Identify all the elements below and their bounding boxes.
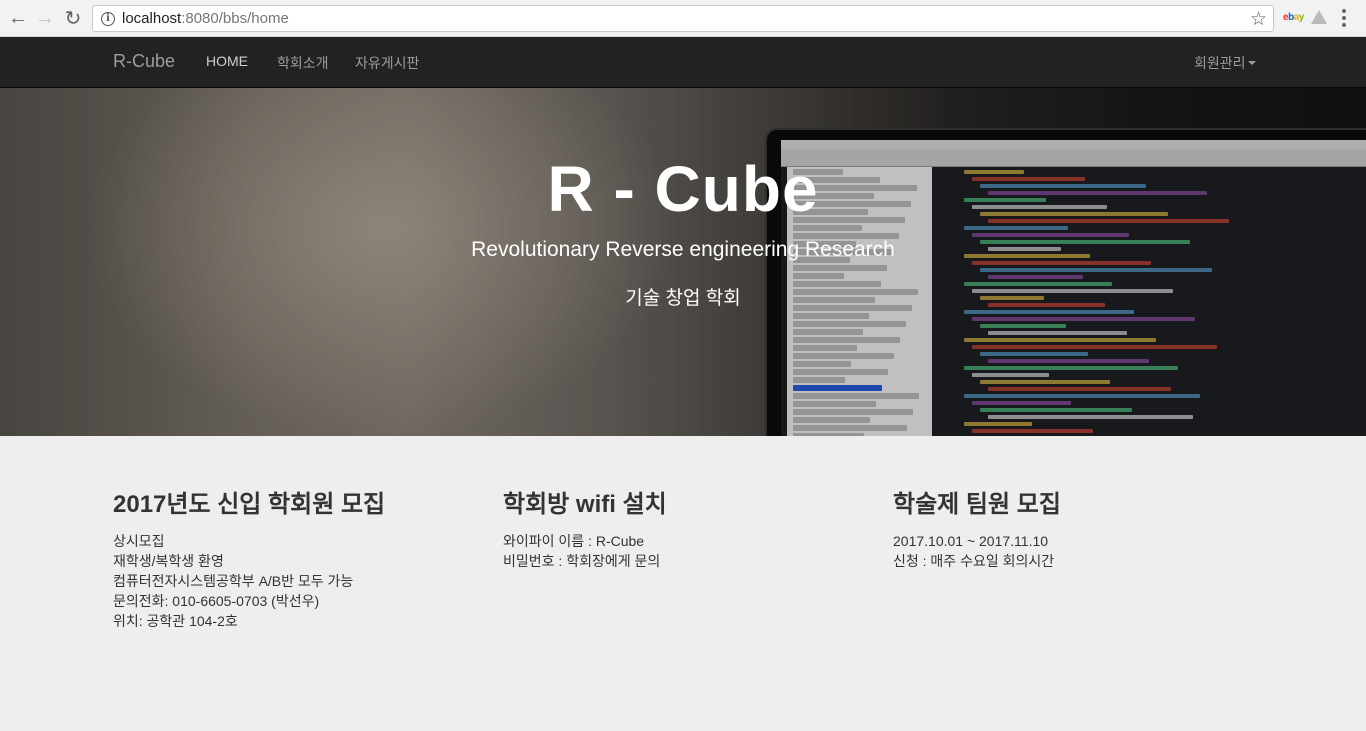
site-navbar: R-Cube HOME 학회소개 자유게시판 회원관리 — [0, 37, 1366, 88]
bookmark-star-icon[interactable]: ☆ — [1250, 8, 1267, 31]
column-line: 와이파이 이름 : R-Cube — [503, 533, 645, 549]
column-wifi: 학회방 wifi 설치 와이파이 이름 : R-Cube 비밀번호 : 학회장에… — [503, 484, 863, 571]
browser-toolbar: ← → ↻ i localhost:8080/bbs/home ☆ ebay — [0, 0, 1366, 37]
info-icon[interactable]: i — [101, 11, 115, 26]
member-dropdown-label: 회원관리 — [1194, 55, 1246, 71]
back-arrow-icon[interactable]: ← — [6, 6, 30, 30]
column-line: 상시모집 — [113, 533, 165, 549]
column-line: 2017.10.01 ~ 2017.11.10 — [893, 533, 1049, 549]
triangle-extension-icon[interactable] — [1311, 10, 1327, 24]
column-team: 학술제 팀원 모집 2017.10.01 ~ 2017.11.10 신청 : 매… — [893, 484, 1253, 571]
column-line: 문의전화: 010-6605-0703 (박선우) — [113, 593, 320, 609]
browser-menu-icon[interactable] — [1342, 9, 1346, 27]
member-dropdown[interactable]: 회원관리 — [1194, 53, 1256, 73]
hero-title: R - Cube — [547, 153, 819, 225]
nav-home[interactable]: HOME — [206, 53, 248, 69]
brand-link[interactable]: R-Cube — [113, 51, 175, 72]
column-heading: 학회방 wifi 설치 — [503, 491, 667, 518]
nav-about[interactable]: 학회소개 — [277, 53, 329, 73]
column-line: 위치: 공학관 104-2호 — [113, 613, 238, 629]
address-bar[interactable]: i localhost:8080/bbs/home ☆ — [92, 5, 1274, 32]
content-area: 2017년도 신입 학회원 모집 상시모집 재학생/복학생 환영 컴퓨터전자시스… — [0, 436, 1366, 731]
column-heading: 학술제 팀원 모집 — [893, 491, 1061, 518]
hero-banner: R - Cube Revolutionary Reverse engineeri… — [0, 88, 1366, 436]
column-line: 재학생/복학생 환영 — [113, 553, 224, 569]
reload-icon[interactable]: ↻ — [61, 6, 85, 30]
forward-arrow-icon[interactable]: → — [33, 6, 57, 30]
hero-subtitle: Revolutionary Reverse engineering Resear… — [471, 238, 895, 261]
column-line: 비밀번호 : 학회장에게 문의 — [503, 553, 661, 569]
column-line: 컴퓨터전자시스템공학부 A/B반 모두 가능 — [113, 573, 354, 589]
nav-board[interactable]: 자유게시판 — [355, 53, 419, 73]
column-line: 신청 : 매주 수요일 회의시간 — [893, 553, 1055, 569]
column-heading: 2017년도 신입 학회원 모집 — [113, 491, 386, 518]
column-recruit: 2017년도 신입 학회원 모집 상시모집 재학생/복학생 환영 컴퓨터전자시스… — [113, 484, 473, 631]
caret-down-icon — [1247, 61, 1256, 65]
hero-tagline: 기술 창업 학회 — [625, 288, 741, 309]
ebay-icon[interactable]: ebay — [1283, 12, 1304, 23]
url-text[interactable]: localhost:8080/bbs/home — [122, 10, 289, 27]
